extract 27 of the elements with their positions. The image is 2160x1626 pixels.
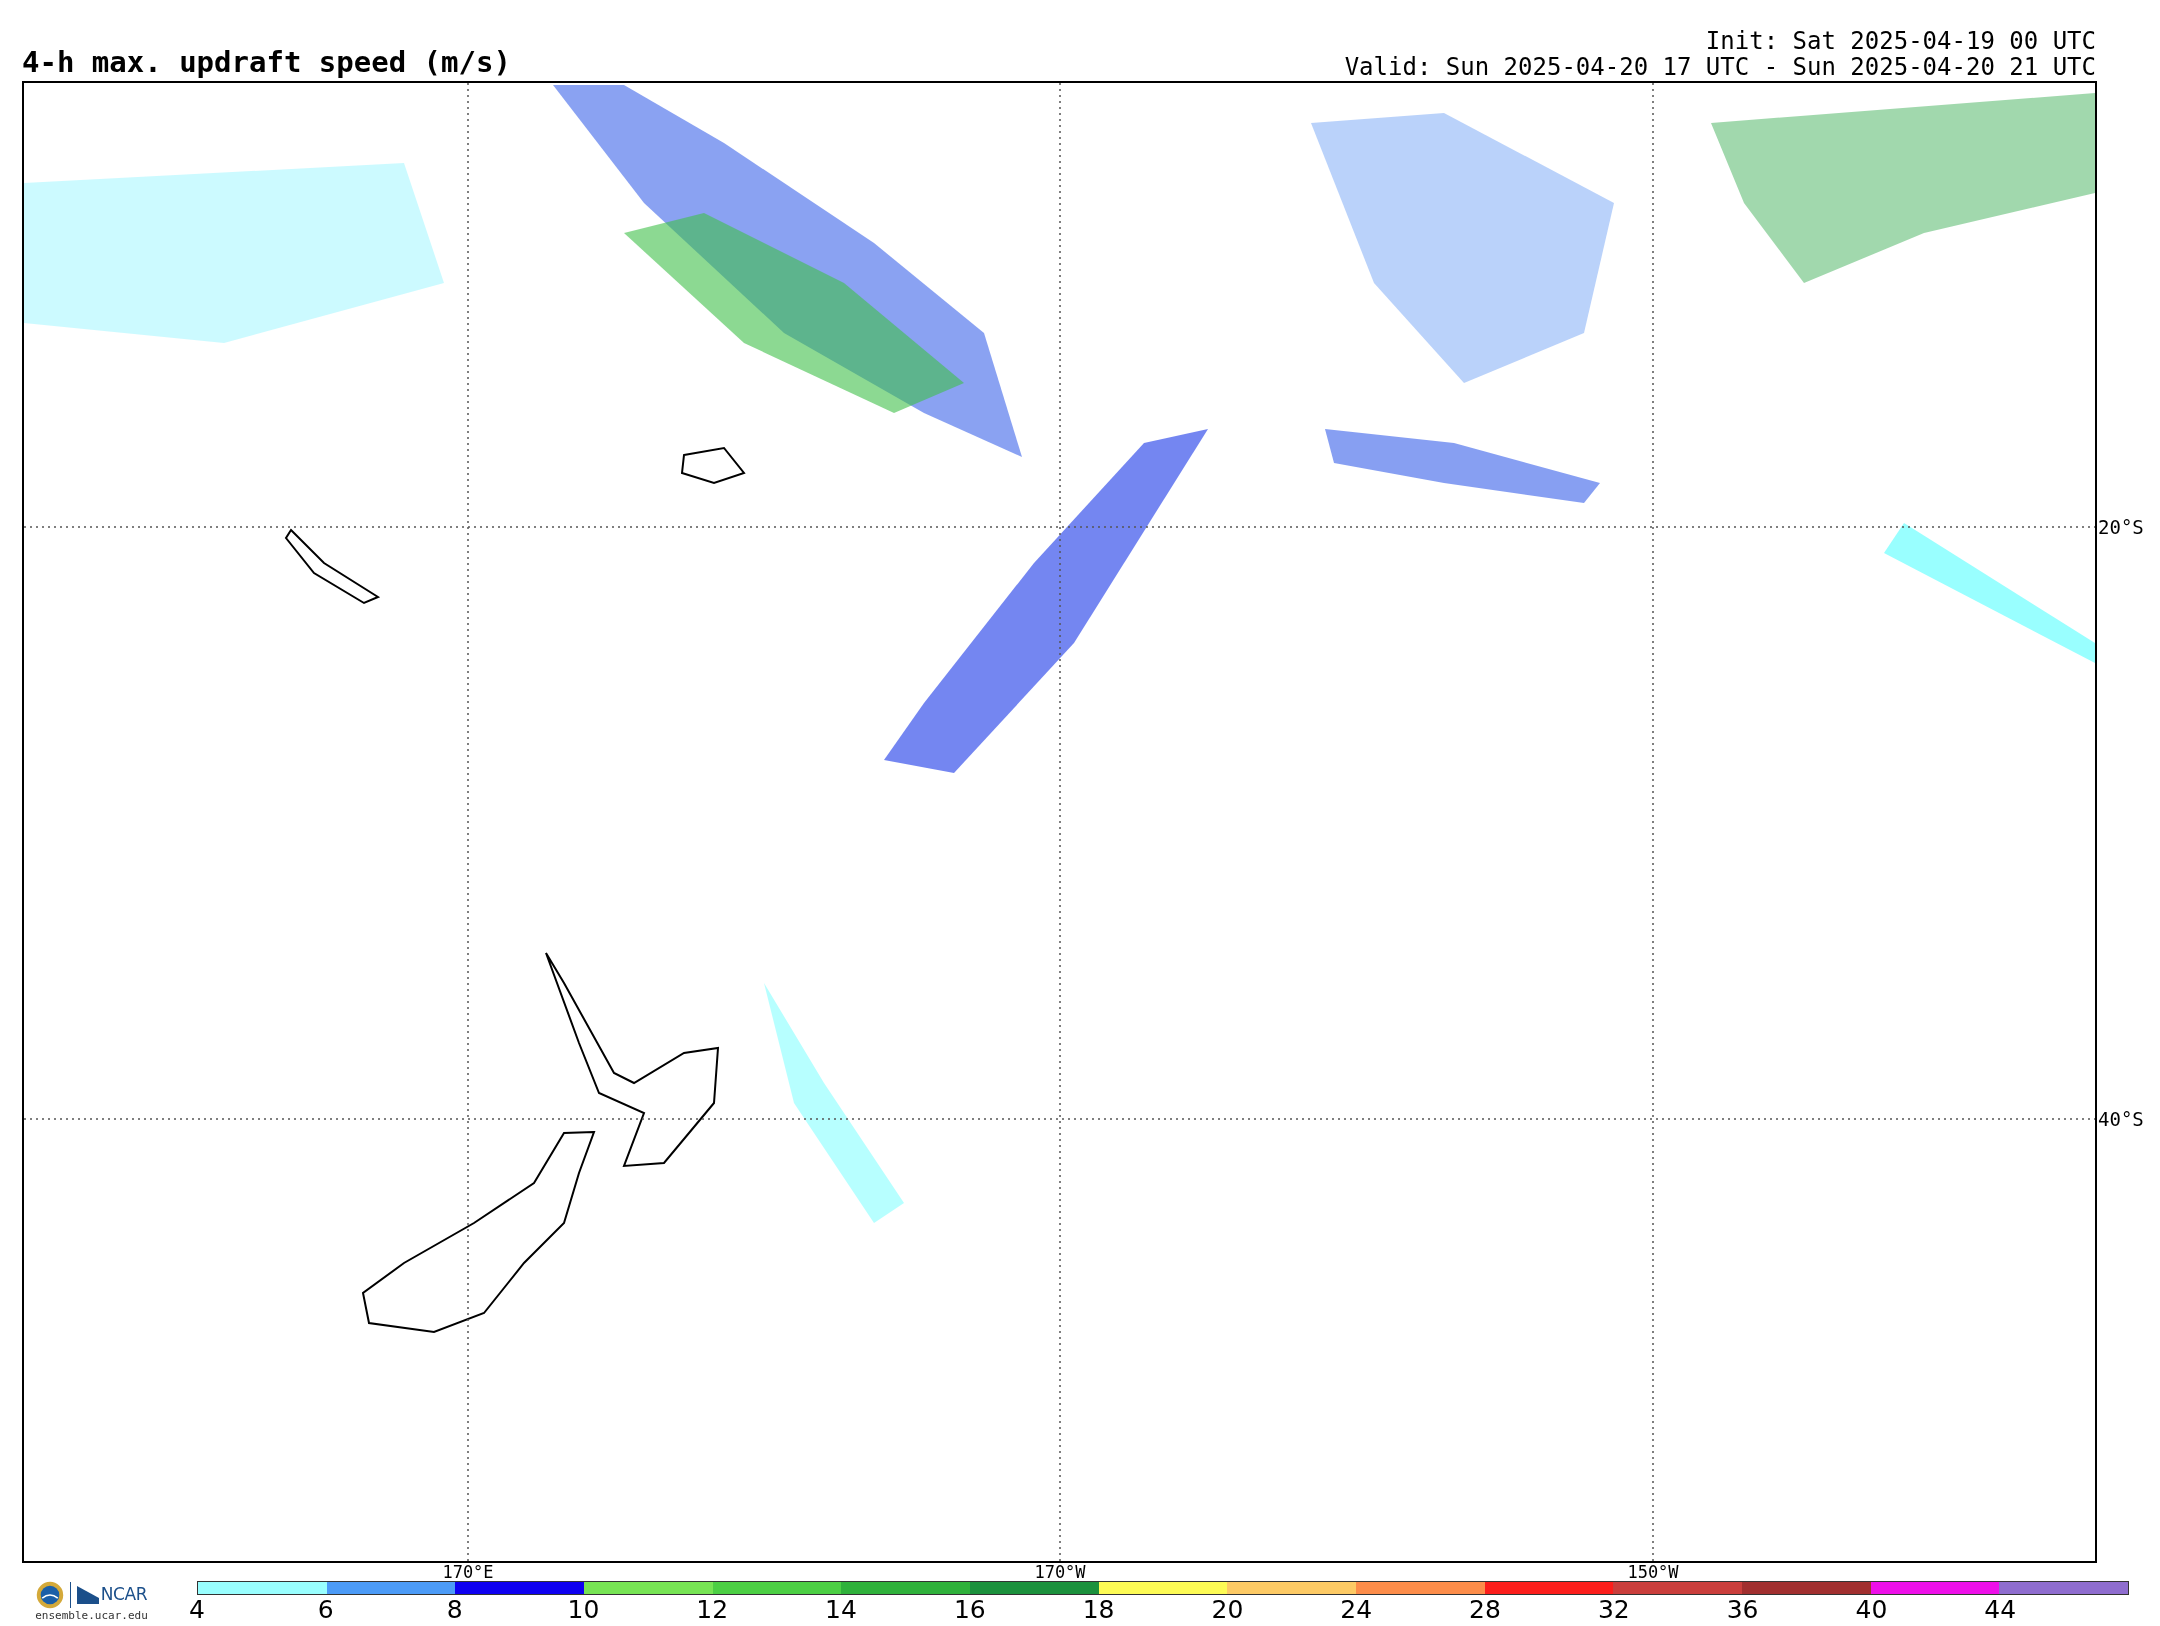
- tick-label: 20: [1211, 1597, 1244, 1622]
- tick-label: 10: [567, 1597, 600, 1622]
- longitude-label: 150°W: [1627, 1564, 1679, 1581]
- logo-text: NCAR: [100, 1583, 148, 1607]
- seal-icon: [35, 1581, 64, 1609]
- init-time: Init: Sat 2025-04-19 00 UTC: [1705, 28, 2096, 54]
- tick-label: 4: [189, 1597, 205, 1622]
- tick-label: 24: [1340, 1597, 1373, 1622]
- tick-label: 28: [1469, 1597, 1501, 1622]
- tick-label: 32: [1597, 1597, 1630, 1622]
- valid-time: Valid: Sun 2025-04-20 17 UTC - Sun 2025-04-20 21 UTC: [1344, 54, 2096, 80]
- longitude-label: 170°E: [442, 1564, 494, 1581]
- tick-label: 44: [1984, 1597, 2017, 1622]
- tick-label: 12: [696, 1597, 729, 1622]
- tick-label: 16: [953, 1597, 986, 1622]
- tick-label: 6: [317, 1597, 334, 1622]
- tick-label: 18: [1082, 1597, 1115, 1622]
- longitude-label: 170°W: [1034, 1564, 1086, 1581]
- tick-label: 8: [446, 1597, 463, 1622]
- sail-icon: [76, 1586, 99, 1604]
- latitude-label: 20°S: [2098, 517, 2144, 537]
- tick-label: 14: [825, 1597, 857, 1622]
- tick-label: 40: [1855, 1597, 1888, 1622]
- tick-label: 36: [1726, 1597, 1759, 1622]
- map-title: 4-h max. updraft speed (m/s): [22, 48, 511, 77]
- website-text: ensemble.ucar.edu: [35, 1610, 148, 1622]
- latitude-label: 40°S: [2098, 1109, 2144, 1129]
